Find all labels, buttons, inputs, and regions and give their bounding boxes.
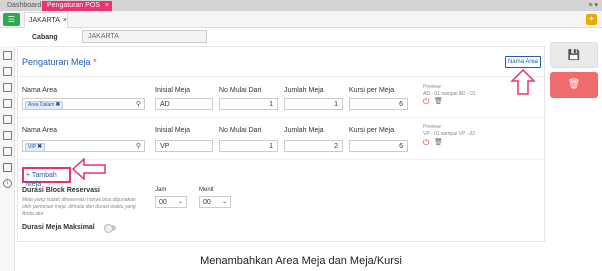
- menit-select[interactable]: 00 ⌄: [199, 196, 231, 208]
- location-tab[interactable]: JAKARTA ×: [24, 12, 68, 28]
- jumlah-meja-input[interactable]: 1: [284, 98, 343, 110]
- nama-area-button[interactable]: Nama Area: [505, 56, 541, 68]
- inisial-meja-label: Inisial Meja: [155, 127, 191, 134]
- search-icon[interactable]: ⚲: [136, 99, 141, 110]
- divider: [18, 76, 544, 77]
- trash-icon[interactable]: 🗑: [434, 138, 443, 146]
- jam-select-value: 00: [159, 199, 167, 206]
- lightbulb-icon: ✦: [588, 16, 595, 23]
- area-chip-label: VIP: [28, 144, 37, 150]
- preview-label: Preview: [423, 84, 441, 90]
- device-icon[interactable]: [3, 131, 12, 140]
- chevron-down-icon: ⌄: [177, 199, 183, 205]
- list-icon: ☰: [7, 15, 16, 24]
- chevron-down-icon: ⌄: [221, 199, 227, 205]
- durasi-block-description: Meja yang sudah direservasi hanya bisa d…: [22, 197, 136, 217]
- required-mark: *: [93, 57, 97, 67]
- table-icon[interactable]: [3, 99, 12, 108]
- page-title: Pengaturan Meja *: [22, 57, 97, 67]
- tab-pengaturan-pos-label: Pengaturan POS: [47, 2, 100, 9]
- jumlah-meja-label: Jumlah Meja: [284, 127, 324, 134]
- receipt-icon[interactable]: [3, 67, 12, 76]
- caption: Menambahkan Area Meja dan Meja/Kursi: [200, 255, 402, 267]
- card-icon[interactable]: [3, 147, 12, 156]
- inisial-meja-input[interactable]: AD: [155, 98, 213, 110]
- cabang-field: JAKARTA: [82, 30, 207, 43]
- tab-pengaturan-pos[interactable]: Pengaturan POS ×: [42, 1, 112, 11]
- no-mulai-dari-label: No Mulai Dari: [219, 127, 262, 134]
- nama-area-label: Nama Area: [22, 127, 58, 134]
- row-separator: [18, 117, 544, 118]
- lightbulb-button[interactable]: ✦: [586, 14, 597, 25]
- app-root: Dashboard Pengaturan POS × ≡ ▾ ☰ JAKARTA…: [0, 0, 602, 271]
- trash-icon: 🗑: [567, 79, 581, 90]
- close-icon[interactable]: ×: [105, 1, 109, 11]
- jam-label: Jam: [155, 187, 167, 193]
- location-tab-label: JAKARTA: [29, 17, 60, 24]
- preview-label: Preview: [423, 124, 441, 130]
- preview-text: AD - 01 sampai AD - 01: [423, 91, 476, 97]
- menit-select-value: 00: [203, 199, 211, 206]
- no-mulai-dari-label: No Mulai Dari: [219, 87, 262, 94]
- pengaturan-meja-panel: Pengaturan Meja * Nama Area Nama Area In…: [17, 46, 545, 242]
- annotation-arrow-left: [72, 158, 106, 180]
- kursi-per-meja-input[interactable]: 6: [349, 98, 408, 110]
- tab-overflow-menu[interactable]: ≡ ▾: [588, 0, 598, 11]
- info-icon[interactable]: i: [3, 179, 12, 188]
- inisial-meja-label: Inisial Meja: [155, 87, 191, 94]
- jumlah-meja-label: Jumlah Meja: [284, 87, 324, 94]
- trash-icon[interactable]: 🗑: [434, 97, 443, 105]
- area-chip: Area Dalam✖: [25, 101, 64, 110]
- menu-button[interactable]: ☰: [3, 13, 20, 26]
- area-select[interactable]: VIP✖ ⚲: [22, 140, 145, 152]
- preview-text: VP - 01 sampai VP - 02: [423, 131, 476, 137]
- table-settings-icon[interactable]: [3, 163, 12, 172]
- power-icon[interactable]: ⏻: [423, 97, 429, 107]
- top-tab-bar: Dashboard Pengaturan POS × ≡ ▾: [0, 0, 602, 11]
- no-mulai-dari-input[interactable]: 1: [219, 140, 278, 152]
- kursi-per-meja-label: Kursi per Meja: [349, 127, 395, 134]
- no-mulai-dari-input[interactable]: 1: [219, 98, 278, 110]
- annotation-arrow-up: [510, 69, 536, 95]
- jam-select[interactable]: 00 ⌄: [155, 196, 187, 208]
- tab-dashboard[interactable]: Dashboard: [2, 1, 42, 11]
- close-icon[interactable]: ×: [63, 17, 67, 24]
- floppy-disk-icon: 💾: [567, 50, 581, 61]
- durasi-meja-maksimal-title: Durasi Meja Maksimal: [22, 224, 95, 231]
- save-button[interactable]: 💾: [550, 42, 598, 68]
- remove-chip-icon[interactable]: ✖: [55, 102, 60, 108]
- page-title-text: Pengaturan Meja: [22, 57, 91, 67]
- area-chip: VIP✖: [25, 143, 46, 152]
- remove-chip-icon[interactable]: ✖: [37, 144, 42, 150]
- printer-icon[interactable]: [3, 115, 12, 124]
- location-bar: ☰ JAKARTA × ✦: [0, 11, 602, 28]
- tambah-meja-button[interactable]: + Tambah Meja: [22, 167, 71, 188]
- inisial-meja-input[interactable]: VP: [155, 140, 213, 152]
- delete-button[interactable]: 🗑: [550, 72, 598, 98]
- document-icon[interactable]: [3, 51, 12, 60]
- kursi-per-meja-input[interactable]: 6: [349, 140, 408, 152]
- area-select[interactable]: Area Dalam✖ ⚲: [22, 98, 145, 110]
- durasi-maksimal-toggle[interactable]: [104, 224, 116, 233]
- kursi-per-meja-label: Kursi per Meja: [349, 87, 395, 94]
- area-chip-label: Area Dalam: [28, 102, 55, 108]
- jumlah-meja-input[interactable]: 2: [284, 140, 343, 152]
- icon-sidebar: i: [0, 46, 15, 271]
- cabang-label: Cabang: [32, 34, 58, 41]
- power-icon[interactable]: ⏻: [423, 138, 429, 148]
- durasi-block-title: Durasi Block Reservasi: [22, 187, 100, 194]
- tab-dashboard-label: Dashboard: [7, 2, 42, 9]
- list-icon[interactable]: [3, 83, 12, 92]
- nama-area-label: Nama Area: [22, 87, 58, 94]
- search-icon[interactable]: ⚲: [136, 141, 141, 152]
- menit-label: Menit: [199, 187, 214, 193]
